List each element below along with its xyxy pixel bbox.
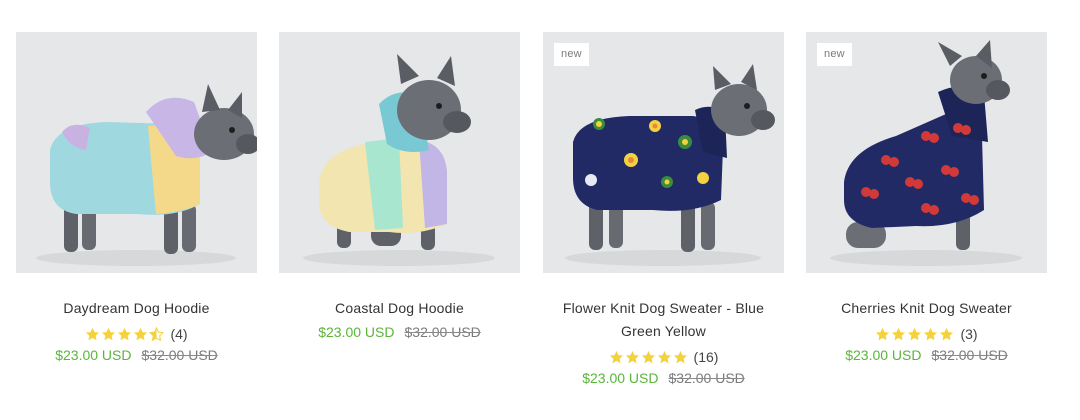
price-row: $23.00 USD $32.00 USD [16,347,257,363]
star-half-icon [149,327,164,342]
product-title-line: Flower Knit Dog Sweater - Blue [562,300,765,316]
star-full-icon [625,350,640,365]
sale-price: $23.00 USD [845,347,922,363]
price-row: $23.00 USD $32.00 USD [806,347,1047,363]
dog-hoodie-illustration [36,84,257,266]
product-title-line: Green Yellow [621,323,706,339]
star-full-icon [609,350,624,365]
price-row: $23.00 USD $32.00 USD [543,370,784,386]
rating-stars [609,350,688,365]
compare-at-price: $32.00 USD [404,324,481,340]
product-image[interactable] [279,32,520,273]
sale-price: $23.00 USD [318,324,395,340]
sale-price: $23.00 USD [582,370,659,386]
star-full-icon [891,327,906,342]
compare-at-price: $32.00 USD [931,347,1008,363]
star-full-icon [85,327,100,342]
review-count: (4) [170,326,188,342]
new-badge: new [817,43,852,66]
star-full-icon [641,350,656,365]
product-title[interactable]: Cherries Knit Dog Sweater [806,297,1047,320]
dog-hoodie-illustration [303,54,495,266]
dog-sweater-illustration [830,40,1022,266]
product-image[interactable]: new [806,32,1047,273]
product-title[interactable]: Daydream Dog Hoodie [16,297,257,320]
review-count: (16) [693,349,719,365]
dog-sweater-illustration [565,64,775,266]
sale-price: $23.00 USD [55,347,132,363]
rating-stars [875,327,954,342]
product-card[interactable]: Coastal Dog Hoodie $23.00 USD $32.00 USD [279,32,520,340]
product-title[interactable]: Coastal Dog Hoodie [279,297,520,320]
product-card[interactable]: new Flower Knit Dog Sweater - Blue Green… [543,32,784,386]
star-full-icon [673,350,688,365]
star-full-icon [133,327,148,342]
product-rating: (16) [543,347,784,367]
product-image[interactable] [16,32,257,273]
product-image[interactable]: new [543,32,784,273]
star-full-icon [117,327,132,342]
product-card[interactable]: Daydream Dog Hoodie (4) $23.00 USD $32.0… [16,32,257,363]
rating-stars [85,327,164,342]
star-full-icon [657,350,672,365]
product-rating: (3) [806,324,1047,344]
new-badge: new [554,43,589,66]
star-full-icon [923,327,938,342]
star-full-icon [939,327,954,342]
star-full-icon [875,327,890,342]
product-title[interactable]: Flower Knit Dog Sweater - Blue Green Yel… [543,297,784,343]
price-row: $23.00 USD $32.00 USD [279,324,520,340]
star-full-icon [907,327,922,342]
review-count: (3) [960,326,978,342]
product-card[interactable]: new Cherries Knit Dog Sweater (3) $23.00… [806,32,1047,363]
compare-at-price: $32.00 USD [668,370,745,386]
product-rating: (4) [16,324,257,344]
star-full-icon [101,327,116,342]
product-grid: Daydream Dog Hoodie (4) $23.00 USD $32.0… [0,0,1080,420]
compare-at-price: $32.00 USD [141,347,218,363]
